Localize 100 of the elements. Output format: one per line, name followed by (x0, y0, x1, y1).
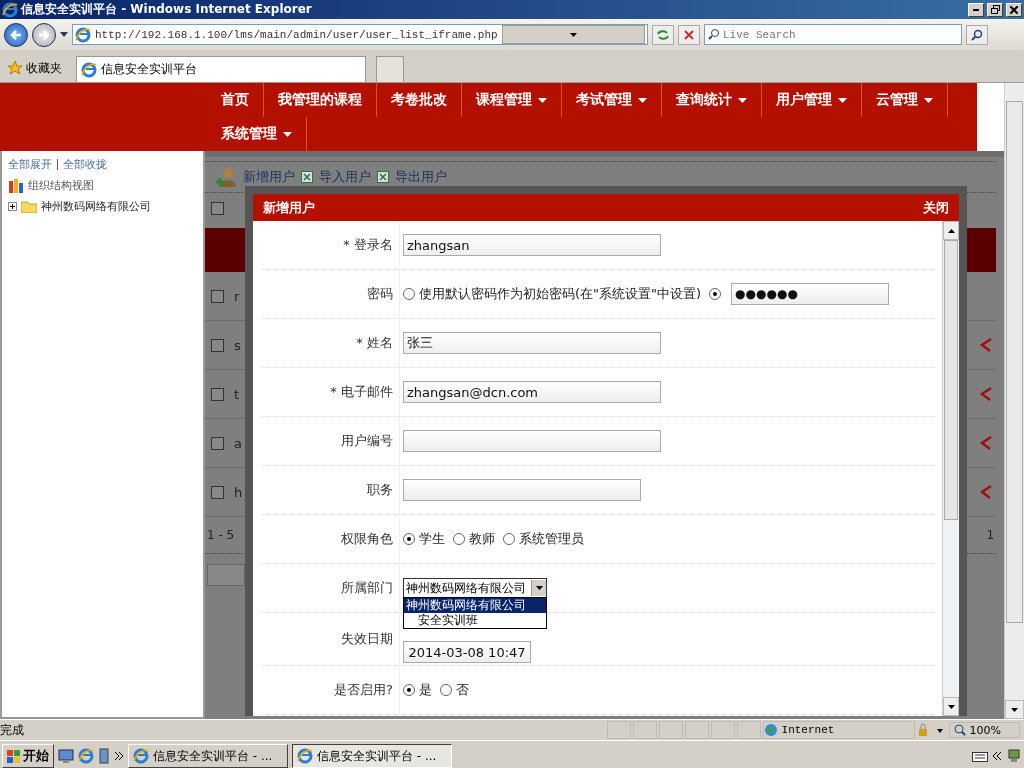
stop-icon (684, 29, 694, 40)
nav-item[interactable]: 我管理的课程 (264, 83, 377, 117)
checkbox[interactable] (211, 201, 224, 215)
table-cell: t (234, 386, 240, 402)
back-arrow-icon (10, 28, 22, 41)
stop-button[interactable] (678, 24, 700, 45)
ie-icon (2, 1, 18, 18)
table-cell: a (234, 435, 242, 451)
department-select[interactable]: 神州数码网络有限公司 (403, 578, 547, 598)
keyboard-icon[interactable] (972, 750, 988, 762)
text-field[interactable]: zhangsan@dcn.com (403, 381, 661, 403)
field-label: 密码 (366, 285, 394, 303)
nav-item[interactable]: 查询统计 (662, 83, 762, 117)
field-label: 是否启用? (333, 681, 394, 699)
down-arrow-icon (569, 32, 577, 37)
status-pane (606, 721, 631, 739)
field-label: 用户编号 (340, 432, 394, 450)
back-button[interactable] (4, 22, 28, 47)
windows-logo-icon (7, 749, 20, 763)
text-field[interactable] (403, 479, 641, 501)
search-icon (971, 28, 983, 41)
pager-text: 1 - 5 (207, 528, 235, 542)
zoom-button[interactable]: 100% (948, 722, 1020, 738)
desktop-icon[interactable] (58, 748, 74, 764)
down-arrow-icon (535, 586, 543, 590)
checkbox[interactable] (211, 338, 224, 352)
star-icon (8, 61, 22, 75)
forward-arrow-icon (38, 28, 50, 41)
tree-root-label: 组织结构视图 (28, 178, 94, 193)
radio-button[interactable] (453, 533, 465, 545)
nav-item[interactable]: 考卷批改 (377, 83, 462, 117)
checkbox[interactable] (211, 485, 224, 499)
ie-icon (81, 61, 97, 78)
forward-button[interactable] (32, 22, 56, 47)
globe-icon (763, 723, 778, 737)
down-arrow-icon (1011, 707, 1018, 712)
ie-icon (297, 748, 313, 764)
close-button[interactable] (1006, 2, 1022, 17)
search-field[interactable]: Live Search (704, 24, 962, 45)
taskbar-item[interactable]: 信息安全实训平台 - ... (128, 744, 288, 768)
network-icon[interactable] (1006, 748, 1022, 764)
bar-chart-icon (8, 178, 24, 193)
scrollbar[interactable] (1004, 83, 1024, 719)
nav-item[interactable]: 考试管理 (562, 83, 662, 117)
collapse-all-link[interactable]: 全部收拢 (63, 157, 107, 172)
minimize-icon (973, 8, 979, 11)
checkbox[interactable] (211, 289, 224, 303)
radio-button[interactable] (403, 533, 415, 545)
dialog-scrollbar[interactable] (942, 221, 959, 716)
field-label: 职务 (366, 481, 394, 499)
expand-icon[interactable] (8, 202, 17, 211)
radio-button[interactable] (440, 684, 452, 696)
restore-button[interactable] (987, 2, 1003, 17)
status-pane (736, 721, 761, 739)
radio-button[interactable] (709, 288, 722, 300)
restore-icon (990, 5, 1000, 14)
field-label: * 姓名 (355, 334, 394, 352)
zone-indicator: Internet (762, 721, 915, 739)
add-user-icon (215, 167, 237, 187)
table-cell: r (234, 288, 240, 304)
start-button[interactable]: 开始 (2, 744, 54, 768)
radio-button[interactable] (403, 288, 415, 300)
chevron-icon[interactable] (992, 751, 1002, 761)
refresh-button[interactable] (652, 24, 674, 45)
taskbar-item[interactable]: 信息安全实训平台 - ... (292, 744, 452, 768)
date-field[interactable]: 2014-03-08 10:47 (403, 641, 531, 663)
radio-label: 否 (456, 681, 469, 699)
status-pane (684, 721, 709, 739)
tree-item[interactable]: 神州数码网络有限公司 (41, 199, 151, 214)
page-icon (75, 26, 91, 43)
refresh-icon (656, 28, 670, 41)
favorites-button[interactable]: 收藏夹 (4, 54, 66, 82)
address-field[interactable]: http://192.168.1.100/lms/main/admin/user/user_list_iframe.php (72, 24, 648, 45)
text-field[interactable] (403, 430, 661, 452)
spreadsheet-icon (377, 171, 389, 183)
nav-item[interactable]: 课程管理 (462, 83, 562, 117)
search-button[interactable] (966, 24, 988, 45)
radio-label: 学生 (419, 530, 445, 548)
nav-item[interactable]: 首页 (207, 83, 264, 117)
chevron-icon[interactable] (114, 751, 124, 761)
checkbox[interactable] (211, 387, 224, 401)
nav-item[interactable]: 用户管理 (762, 83, 862, 117)
browser-tab[interactable]: 信息安全实训平台 (76, 56, 366, 82)
expand-all-link[interactable]: 全部展开 (8, 157, 52, 172)
text-field[interactable]: zhangsan (403, 234, 661, 256)
spreadsheet-icon (301, 171, 313, 183)
checkbox[interactable] (211, 436, 224, 450)
history-dropdown-icon[interactable] (60, 32, 68, 37)
field-label: 所属部门 (340, 579, 394, 597)
nav-item[interactable]: 云管理 (862, 83, 948, 117)
password-field[interactable]: ●●●●●● (731, 283, 890, 305)
minimize-button[interactable] (968, 2, 984, 17)
radio-label: 教师 (469, 530, 495, 548)
dropdown-option[interactable]: 安全实训班 (404, 613, 546, 628)
search-icon (708, 28, 720, 40)
radio-button[interactable] (503, 533, 515, 545)
dropdown-option[interactable]: 神州数码网络有限公司 (404, 598, 546, 613)
text-field[interactable]: 张三 (403, 332, 661, 354)
radio-button[interactable] (403, 684, 415, 696)
close-link[interactable]: 关闭 (923, 198, 949, 217)
